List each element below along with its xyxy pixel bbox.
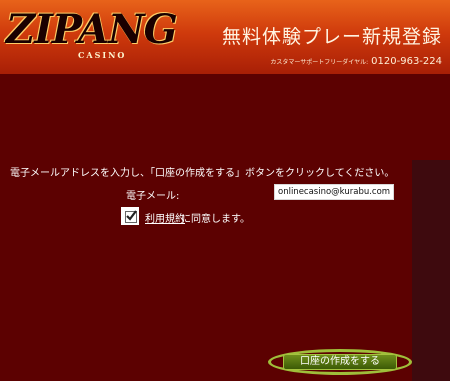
- terms-agree-text: に同意します。: [181, 214, 250, 225]
- terms-link[interactable]: 利用規約: [145, 210, 185, 225]
- main-content: [0, 74, 450, 381]
- page-title: 無料体験プレー新規登録: [221, 26, 442, 48]
- logo-casino-text: CASINO: [78, 50, 127, 60]
- create-account-button[interactable]: 口座の作成をする: [283, 354, 397, 370]
- checkmark-icon: [126, 210, 137, 221]
- instruction-text: 電子メールアドレスを入力し、「口座の作成をする」ボタンをクリックしてください。: [10, 168, 395, 179]
- header-banner: ZIPANG CASINO 無料体験プレー新規登録 カスタマーサポートフリーダイ…: [0, 0, 450, 74]
- email-label: 電子メール:: [126, 191, 180, 202]
- support-info: カスタマーサポートフリーダイヤル: 0120-963-224: [270, 56, 442, 67]
- checkbox-box: [125, 210, 137, 223]
- support-phone: 0120-963-224: [371, 56, 442, 67]
- zipang-logo[interactable]: ZIPANG: [6, 6, 178, 53]
- support-label: カスタマーサポートフリーダイヤル:: [270, 59, 369, 66]
- right-side-panel: [412, 160, 450, 381]
- email-field[interactable]: [274, 184, 394, 200]
- submit-highlight-ring: 口座の作成をする: [268, 349, 412, 375]
- terms-checkbox[interactable]: [121, 207, 139, 225]
